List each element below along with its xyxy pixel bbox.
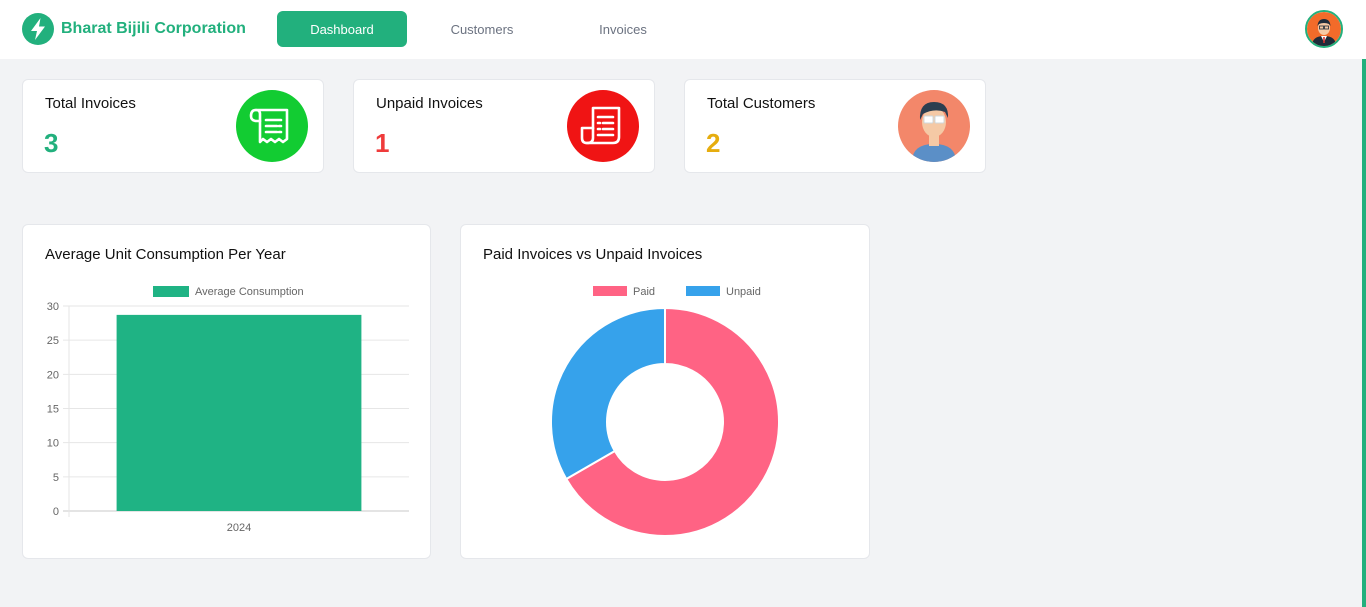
receipt-icon: [236, 90, 308, 162]
tab-invoices[interactable]: Invoices: [558, 11, 688, 47]
invoice-icon: [567, 90, 639, 162]
consumption-chart-card: Average Unit Consumption Per Year Averag…: [22, 224, 431, 559]
doughnut-chart: Paid Unpaid: [550, 286, 780, 537]
lightning-bolt-icon: [22, 13, 54, 45]
y-tick-label: 10: [47, 438, 59, 450]
stat-label: Total Customers: [707, 95, 816, 112]
stat-card-total-customers: Total Customers 2: [684, 79, 986, 173]
stat-value: 1: [375, 128, 390, 158]
stat-card-unpaid-invoices: Unpaid Invoices 1: [353, 79, 655, 173]
bar-chart: Average Consumption 0 5 10 15 20 25 30 2024: [47, 286, 409, 534]
customer-avatar-icon: [898, 90, 970, 162]
brand-name: Bharat Bijili Corporation: [61, 20, 246, 37]
slice-unpaid[interactable]: [550, 306, 666, 481]
brand[interactable]: Bharat Bijili Corporation: [22, 13, 246, 45]
legend[interactable]: Paid Unpaid: [593, 286, 761, 298]
stat-card-total-invoices: Total Invoices 3: [22, 79, 324, 173]
stat-value: 2: [706, 128, 721, 158]
y-tick-label: 20: [47, 369, 59, 381]
legend-label-unpaid: Unpaid: [726, 286, 761, 298]
y-tick-label: 15: [47, 404, 59, 416]
legend[interactable]: Average Consumption: [153, 286, 304, 298]
stat-label: Unpaid Invoices: [376, 95, 483, 112]
tab-customers[interactable]: Customers: [417, 11, 547, 47]
top-navbar: Bharat Bijili Corporation Dashboard Cust…: [0, 0, 1366, 59]
x-tick-label: 2024: [227, 522, 251, 534]
tab-dashboard[interactable]: Dashboard: [277, 11, 407, 47]
legend-label-paid: Paid: [633, 286, 655, 298]
user-avatar-icon: [1307, 12, 1341, 46]
y-tick-label: 5: [53, 472, 59, 484]
legend-label-average-consumption: Average Consumption: [195, 286, 304, 298]
y-tick-label: 25: [47, 335, 59, 347]
y-tick-label: 0: [53, 506, 59, 518]
legend-swatch-average-consumption: [153, 286, 189, 297]
y-tick-label: 30: [47, 301, 59, 313]
user-avatar[interactable]: [1305, 10, 1343, 48]
stat-value: 3: [44, 128, 59, 158]
paid-vs-unpaid-chart-card: Paid Invoices vs Unpaid Invoices Paid Unp…: [460, 224, 870, 559]
legend-swatch-paid: [593, 286, 627, 296]
stat-label: Total Invoices: [45, 95, 136, 112]
bar-2024[interactable]: [116, 314, 362, 511]
legend-swatch-unpaid: [686, 286, 720, 296]
scrollbar[interactable]: [1362, 59, 1366, 607]
